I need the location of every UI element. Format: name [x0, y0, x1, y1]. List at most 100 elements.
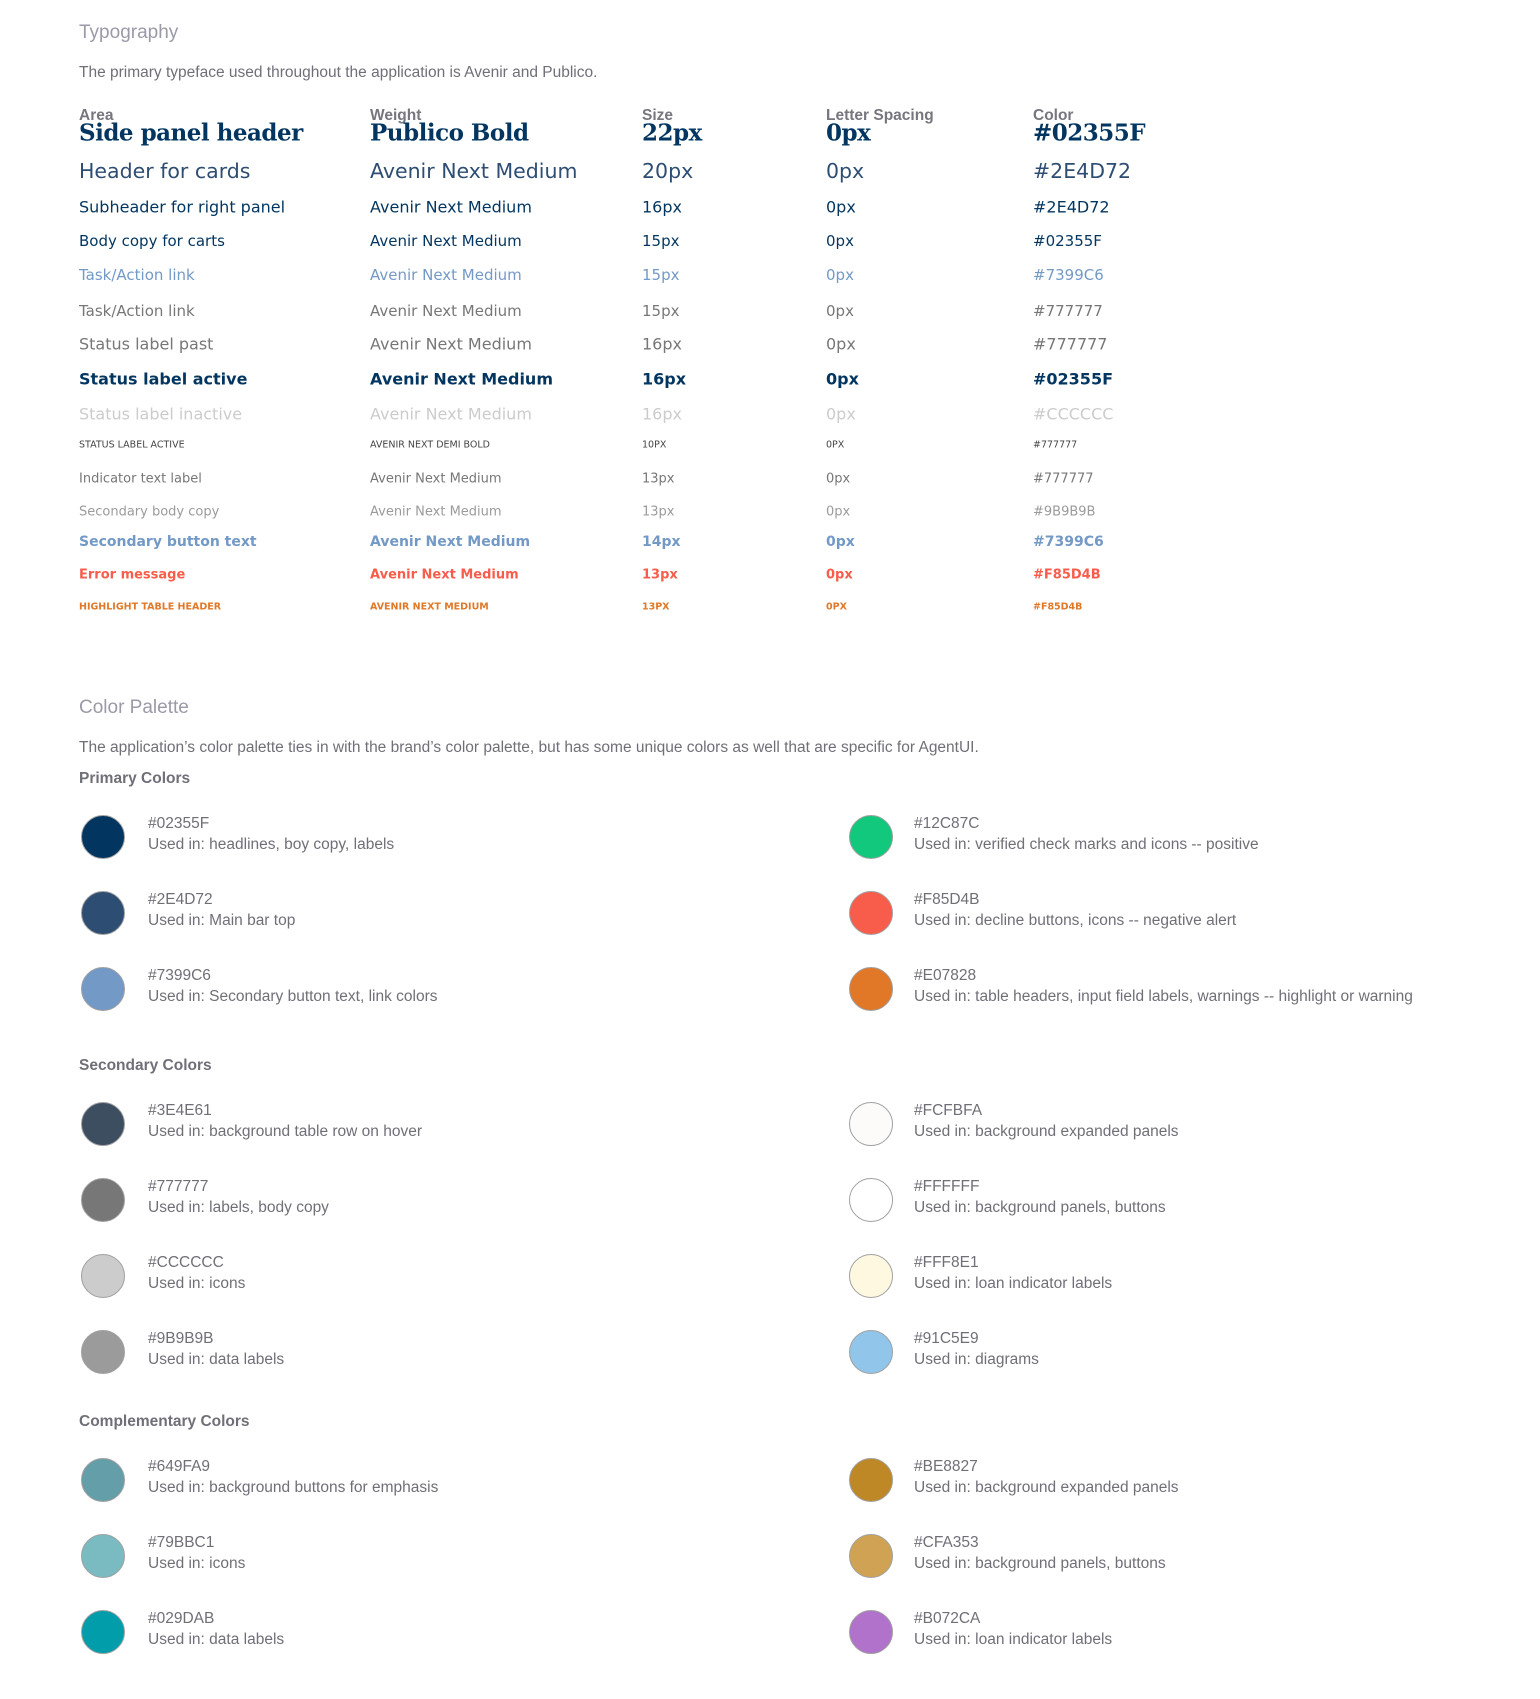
typography-cell-size: 15px [642, 302, 680, 320]
color-usage-label: Used in: background table row on hover [148, 1123, 422, 1140]
palette-group-title: Primary Colors [79, 770, 191, 787]
typography-cell-letter-spacing: 0px [826, 504, 851, 520]
typography-cell-letter-spacing: 0PX [826, 439, 845, 451]
typography-cell-area: Body copy for carts [79, 232, 225, 250]
typography-row: Status label inactive Avenir Next Medium 1… [0, 399, 1540, 429]
typography-cell-weight: Avenir Next Medium [370, 471, 502, 487]
typography-cell-area: Secondary button text [79, 534, 257, 550]
palette-intro: The application’s color palette ties in … [79, 739, 979, 756]
color-swatch-circle [849, 1534, 893, 1578]
color-swatch-circle [849, 1178, 893, 1222]
typography-cell-area: Status label active [79, 369, 248, 389]
color-usage-label: Used in: icons [148, 1555, 246, 1572]
typography-cell-weight: Avenir Next Medium [370, 334, 532, 354]
color-usage-label: Used in: background buttons for emphasis [148, 1479, 439, 1496]
typography-cell-area: Subheader for right panel [79, 197, 286, 217]
color-usage-label: Used in: labels, body copy [148, 1199, 329, 1216]
color-hex-label: #3E4E61 [148, 1102, 212, 1119]
typography-cell-size: 16px [642, 369, 687, 389]
typography-cell-letter-spacing: 0px [826, 232, 854, 250]
typography-cell-weight: Avenir Next Medium [370, 232, 522, 250]
typography-cell-weight: Avenir Next Medium [370, 504, 502, 520]
color-hex-label: #FCFBFA [914, 1102, 983, 1119]
typography-cell-weight: Avenir Next Medium [370, 404, 532, 424]
color-swatch-circle [81, 1534, 125, 1578]
color-swatch-circle [849, 967, 893, 1011]
typography-cell-letter-spacing: 0px [826, 334, 856, 354]
color-hex-label: #029DAB [148, 1610, 215, 1627]
color-usage-label: Used in: background expanded panels [914, 1123, 1179, 1140]
color-hex-label: #F85D4B [914, 891, 980, 908]
color-usage-label: Used in: table headers, input field labe… [914, 988, 1413, 1005]
color-hex-label: #2E4D72 [148, 891, 213, 908]
color-usage-label: Used in: diagrams [914, 1351, 1039, 1368]
typography-cell-color: #02355F [1033, 119, 1146, 147]
color-usage-label: Used in: data labels [148, 1631, 285, 1648]
typography-cell-size: 16px [642, 404, 682, 424]
color-hex-label: #B072CA [914, 1610, 981, 1627]
typography-cell-color: #7399C6 [1033, 266, 1104, 284]
typography-cell-weight: Avenir Next Medium [370, 197, 532, 217]
palette-group-title: Secondary Colors [79, 1057, 212, 1074]
typography-cell-size: 13PX [642, 601, 670, 613]
color-hex-label: #91C5E9 [914, 1330, 979, 1347]
typography-cell-letter-spacing: 0px [826, 197, 856, 217]
color-usage-label: Used in: background panels, buttons [914, 1199, 1166, 1216]
typography-row: Indicator text label Avenir Next Medium 13… [0, 464, 1540, 494]
color-swatch-circle [849, 1102, 893, 1146]
color-swatch-circle [81, 1610, 125, 1654]
color-usage-label: Used in: Secondary button text, link col… [148, 988, 438, 1005]
typography-row: Secondary button text Avenir Next Medium 1… [0, 527, 1540, 557]
typography-cell-letter-spacing: 0px [826, 369, 859, 389]
typography-cell-letter-spacing: 0px [826, 302, 854, 320]
color-swatch-circle [849, 1254, 893, 1298]
typography-cell-weight: AVENIR NEXT MEDIUM [370, 601, 489, 613]
typography-cell-area: Header for cards [79, 159, 251, 183]
typography-cell-area: Status label past [79, 334, 214, 354]
color-usage-label: Used in: loan indicator labels [914, 1631, 1113, 1648]
typography-cell-letter-spacing: 0px [826, 471, 851, 487]
typography-cell-weight: Avenir Next Medium [370, 302, 522, 320]
color-swatch-circle [849, 891, 893, 935]
color-swatch-circle [81, 1178, 125, 1222]
color-swatch-circle [81, 815, 125, 859]
color-swatch-circle [849, 1610, 893, 1654]
color-hex-label: #79BBC1 [148, 1534, 215, 1551]
typography-cell-area: Task/Action link [79, 302, 195, 320]
color-hex-label: #7399C6 [148, 967, 211, 984]
typography-cell-area: Secondary body copy [79, 504, 220, 520]
typography-cell-area: Error message [79, 567, 186, 583]
typography-cell-size: 13px [642, 471, 675, 487]
palette-group-title: Complementary Colors [79, 1413, 250, 1430]
color-usage-label: Used in: background panels, buttons [914, 1555, 1166, 1572]
palette-title: Color Palette [79, 697, 189, 718]
typography-cell-size: 20px [642, 159, 694, 183]
color-swatch-circle [81, 1102, 125, 1146]
typography-cell-area: Status label inactive [79, 404, 243, 424]
typography-cell-weight: Publico Bold [370, 119, 529, 147]
typography-cell-color: #777777 [1033, 471, 1094, 487]
typography-cell-size: 10PX [642, 439, 667, 451]
typography-row: HIGHLIGHT TABLE HEADER AVENIR NEXT MEDIUM… [0, 592, 1540, 622]
typography-cell-letter-spacing: 0px [826, 534, 855, 550]
typography-row: Side panel header Publico Bold 22px 0px #023… [0, 118, 1540, 148]
color-hex-label: #FFFFFF [914, 1178, 980, 1195]
typography-cell-size: 14px [642, 534, 681, 550]
typography-cell-area: Task/Action link [79, 266, 195, 284]
typography-cell-weight: Avenir Next Medium [370, 534, 531, 550]
color-swatch-circle [849, 815, 893, 859]
typography-cell-letter-spacing: 0px [826, 119, 871, 147]
color-usage-label: Used in: data labels [148, 1351, 285, 1368]
color-swatch-circle [81, 967, 125, 1011]
typography-row: Secondary body copy Avenir Next Medium 13p… [0, 497, 1540, 527]
typography-row: STATUS LABEL ACTIVE AVENIR NEXT DEMI BOLD… [0, 430, 1540, 460]
color-hex-label: #E07828 [914, 967, 977, 984]
typography-cell-color: #CCCCCC [1033, 404, 1114, 424]
typography-row: Status label past Avenir Next Medium 16px 0… [0, 329, 1540, 359]
color-swatch-circle [849, 1330, 893, 1374]
typography-cell-letter-spacing: 0px [826, 404, 856, 424]
color-hex-label: #FFF8E1 [914, 1254, 979, 1271]
typography-cell-size: 16px [642, 334, 682, 354]
typography-cell-weight: Avenir Next Medium [370, 266, 522, 284]
color-hex-label: #02355F [148, 815, 210, 832]
